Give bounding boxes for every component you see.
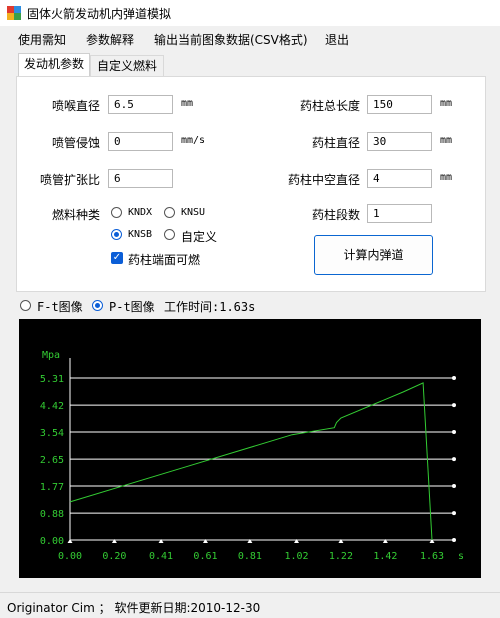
y-tick-label-6: 5.31 xyxy=(40,374,64,385)
core-diameter-unit: mm xyxy=(440,172,453,183)
x-axis-label: s xyxy=(458,551,464,562)
grid-end-dot-1 xyxy=(452,511,456,516)
throat-diameter-input[interactable]: 6.5 xyxy=(108,95,173,114)
core-diameter-input[interactable]: 4 xyxy=(367,169,432,188)
x-tick-label-6: 1.22 xyxy=(329,551,353,562)
menu-item-parameter-help[interactable]: 参数解释 xyxy=(86,31,134,48)
y-tick-label-1: 0.88 xyxy=(40,509,64,520)
fuel-radio-knsu[interactable] xyxy=(164,207,175,218)
y-tick-label-5: 4.42 xyxy=(40,401,64,412)
grid-end-dot-3 xyxy=(452,457,456,462)
plot-radio-ft[interactable] xyxy=(20,300,31,311)
x-tick-label-3: 0.61 xyxy=(193,551,217,562)
fuel-radio-knsb[interactable] xyxy=(111,229,122,240)
title-bar: 固体火箭发动机内弹道模拟 xyxy=(0,0,500,26)
y-tick-label-0: 0.00 xyxy=(40,536,64,547)
fuel-label-knsu: KNSU xyxy=(181,207,206,218)
grain-diameter-input[interactable]: 30 xyxy=(367,132,432,151)
plot-label-pt: P-t图像 xyxy=(109,300,155,314)
x-tick-label-0: 0.00 xyxy=(58,551,82,562)
pressure-time-chart: 0.00 0.88 1.77 2.65 3.54 4.42 5.31 0.00 0.20 0.41… xyxy=(19,319,481,578)
x-tick-label-5: 1.02 xyxy=(284,551,308,562)
fuel-label-kndx: KNDX xyxy=(128,207,153,218)
fuel-type-label: 燃料种类 xyxy=(51,208,100,222)
x-tick-label-2: 0.41 xyxy=(149,551,173,562)
window-title: 固体火箭发动机内弹道模拟 xyxy=(27,7,172,21)
status-text: Originator Cim ； 软件更新日期:2010-12-30 xyxy=(7,601,261,615)
grain-diameter-unit: mm xyxy=(440,135,453,146)
y-tick-label-2: 1.77 xyxy=(40,482,64,493)
grid-end-dot-2 xyxy=(452,484,456,488)
grain-length-unit: mm xyxy=(440,98,453,109)
grid-end-dot-5 xyxy=(452,403,456,408)
expansion-ratio-input[interactable]: 6 xyxy=(108,169,173,188)
series-line-0 xyxy=(69,382,433,541)
grid-end-dot-0 xyxy=(452,538,456,542)
end-burning-checkbox[interactable]: ✓ xyxy=(111,252,123,264)
grain-diameter-label: 药柱直径 xyxy=(311,136,360,150)
x-tick-label-8: 1.63 xyxy=(420,551,444,562)
fuel-radio-kndx[interactable] xyxy=(111,207,122,218)
core-diameter-label: 药柱中空直径 xyxy=(287,173,360,187)
nozzle-erosion-unit: mm/s xyxy=(181,135,206,146)
menu-item-export-csv[interactable]: 输出当前图象数据(CSV格式) xyxy=(154,31,308,48)
expansion-ratio-label: 喷管扩张比 xyxy=(39,173,100,187)
status-bar: Originator Cim ； 软件更新日期:2010-12-30 xyxy=(0,592,500,618)
menu-item-exit[interactable]: 退出 xyxy=(325,31,349,48)
calculate-ballistics-button[interactable]: 计算内弹道 xyxy=(314,235,433,275)
nozzle-erosion-input[interactable]: 0 xyxy=(108,132,173,151)
app-icon xyxy=(7,6,21,20)
grain-length-label: 药柱总长度 xyxy=(299,99,360,113)
segments-label: 药柱段数 xyxy=(311,208,360,222)
nozzle-erosion-label: 喷管侵蚀 xyxy=(51,136,100,150)
plot-radio-pt[interactable] xyxy=(92,300,103,311)
menu-bar: 使用需知 参数解释 输出当前图象数据(CSV格式) 退出 xyxy=(0,27,500,49)
chart-svg: 0.00 0.88 1.77 2.65 3.54 4.42 5.31 0.00 0.20 0.41… xyxy=(40,350,464,562)
y-axis-label: Mpa xyxy=(42,350,60,361)
y-tick-label-4: 3.54 xyxy=(40,428,64,439)
x-tick-label-7: 1.42 xyxy=(373,551,397,562)
grain-length-input[interactable]: 150 xyxy=(367,95,432,114)
end-burning-label: 药柱端面可燃 xyxy=(128,253,201,267)
work-time-text: 工作时间:1.63s xyxy=(164,300,256,314)
throat-diameter-label: 喷喉直径 xyxy=(51,99,100,113)
y-tick-label-3: 2.65 xyxy=(40,455,64,466)
x-tick-label-1: 0.20 xyxy=(102,551,126,562)
plot-label-ft: F-t图像 xyxy=(37,300,83,314)
segments-input[interactable]: 1 xyxy=(367,204,432,223)
x-tick-label-4: 0.81 xyxy=(238,551,262,562)
tab-custom-fuel[interactable]: 自定义燃料 xyxy=(90,55,164,76)
menu-item-usage-notes[interactable]: 使用需知 xyxy=(18,31,66,48)
fuel-radio-custom[interactable] xyxy=(164,229,175,240)
tab-engine-params[interactable]: 发动机参数 xyxy=(18,53,90,76)
fuel-label-knsb: KNSB xyxy=(128,229,153,240)
fuel-label-custom: 自定义 xyxy=(181,230,218,244)
throat-diameter-unit: mm xyxy=(181,98,194,109)
grid-end-dot-4 xyxy=(452,430,456,434)
grid-end-dot-6 xyxy=(452,376,456,380)
